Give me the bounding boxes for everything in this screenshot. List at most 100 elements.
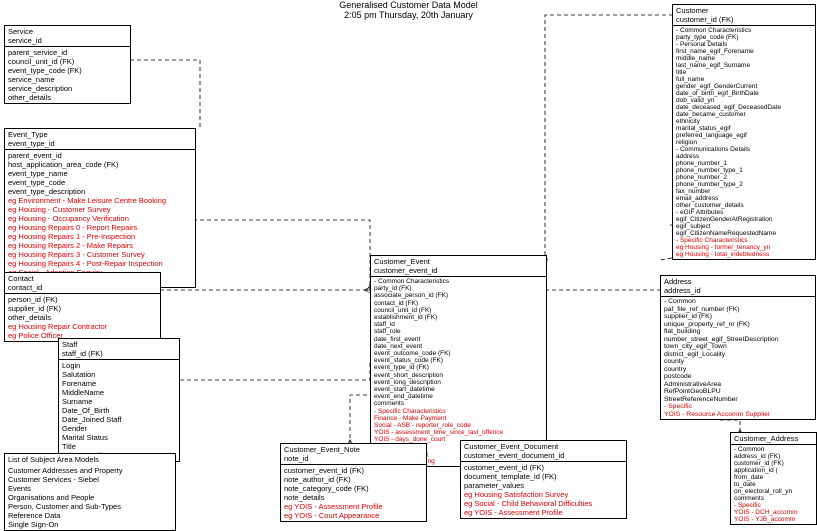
pk: staff_id (FK) [62,349,176,358]
field: RefPointGeoBLPU [664,388,812,396]
field: Salutation [62,370,176,379]
field: title [676,69,812,76]
example: eg Housing - Customer Survey [8,205,192,214]
field: event_outcome_code (FK) [374,350,543,357]
example: Finance - Make Payment [374,415,543,422]
field: phone_number_2 [676,174,812,181]
field: Title [62,442,176,451]
entity-subject-areas: List of Subject Area Models Customer Add… [4,454,176,531]
section-label: - Common Characteristics [374,278,543,285]
field: Date_Of_Birth [62,406,176,415]
field: date_deceased_egif_DeceasedDate [676,104,812,111]
field: middle_name [676,55,812,62]
section-label: - Personal Details [676,41,812,48]
field: event_end_datetime [374,393,543,400]
field: customer_id (FK) [734,460,813,467]
entity-title: Contact [8,274,157,283]
entity-title: Customer_Event [374,257,543,266]
field: supplier_id (FK) [8,304,157,313]
field: other_details [8,313,157,322]
entity-customer-event: Customer_Event customer_event_id - Commo… [370,255,547,467]
field: Gender [62,424,176,433]
field: unique_property_ref_nr (FK) [664,321,812,329]
field: party_type_code (FK) [676,34,812,41]
field: parent_service_id [8,48,127,57]
pk: customer_event_id [374,266,543,275]
example: eg Housing Repairs 1 - Pre-Inspection [8,232,192,241]
diagram-timestamp: 2:05 pm Thursday, 20th January [339,10,478,20]
field: egif_CitizenGenderAtRegistration [676,216,812,223]
field: phone_number_type_2 [676,181,812,188]
field: county [664,358,812,366]
field: event_type_id (FK) [374,364,543,371]
entity-contact: Contact contact_id person_id (FK) suppli… [4,272,161,342]
field: event_short_description [374,372,543,379]
example: Social - ASB - reporter_role_code [374,422,543,429]
section-label: - Common [664,298,812,306]
entity-staff: Staff staff_id (FK) Login Salutation For… [58,338,180,462]
example: eg Housing - Occupancy Verification [8,214,192,223]
section-label: - eGIF Attributes [676,209,812,216]
field: email_address [676,195,812,202]
list-item: Customer Services - Siebel [8,475,172,484]
field: town_city_egif_Town [664,343,812,351]
entity-title: Customer_Event_Document [464,442,623,451]
entity-title: Staff [62,340,176,349]
field: egif_subject [676,223,812,230]
field: service_description [8,84,127,93]
entity-event-type: Event_Type event_type_id parent_event_id… [4,128,196,288]
entity-customer: Customer customer_id (FK) - Common Chara… [672,4,816,260]
example: eg Housing Repairs 2 - Make Repairs [8,241,192,250]
pk: address_id [664,286,812,295]
field: flat_building [664,328,812,336]
field: on_electoral_roll_yn [734,488,813,495]
field: AdministrativeArea [664,381,812,389]
field: event_start_datetime [374,386,543,393]
section-label: - Specific Characteristics [676,237,812,244]
field: event_long_description [374,379,543,386]
pk: customer_event_document_id [464,451,623,460]
field: preferred_language_egif [676,132,812,139]
pk: service_id [8,36,127,45]
field: MiddleName [62,388,176,397]
diagram-title: Generalised Customer Data Model [339,0,478,10]
field: Marital Status [62,433,176,442]
section-label: - Specific [664,403,812,411]
entity-service: Service service_id parent_service_id cou… [4,25,131,104]
field: address [676,153,812,160]
example: YOIS - assessment_time_since_last_offenc… [374,429,543,436]
field: date_next_event [374,343,543,350]
field: event_type_description [8,187,192,196]
example: eg Housing Repair Contractor [8,322,157,331]
field: customer_event_id (FK) [284,466,423,475]
entity-title: Customer_Event_Note [284,445,423,454]
field: council_unit_id (FK) [8,57,127,66]
field: first_name_egif_Forename [676,48,812,55]
field: Forename [62,379,176,388]
example: eg Social - Child Behavioral Difficultie… [464,499,623,508]
field: application_id ( [734,467,813,474]
field: note_details [284,493,423,502]
pk: customer_id (FK) [676,15,812,24]
example: eg YOIS - Assessment Profile [464,508,623,517]
field: religion [676,139,812,146]
field: council_unit_id (FK) [374,307,543,314]
field: service_name [8,75,127,84]
field: parameter_values [464,481,623,490]
field: party_id (FK) [374,285,543,292]
field: event_type_code [8,178,192,187]
example: eg Housing Repairs 0 - Report Repairs [8,223,192,232]
pk: note_id [284,454,423,463]
example: eg Housing - former_tenancy_yn [676,244,812,251]
field: date_first_event [374,336,543,343]
example: eg Housing Repairs 3 - Customer Survey [8,250,192,259]
field: district_egif_Locality [664,351,812,359]
section-label: - Common Characteristics [676,27,812,34]
example: eg Housing Satisfaction Survey [464,490,623,499]
section-label: - Specific Characteristics [374,408,543,415]
field: event_type_name [8,169,192,178]
field: document_template_id (FK) [464,472,623,481]
field: event_status_code (FK) [374,357,543,364]
entity-title: List of Subject Area Models [4,453,176,465]
field: postcode [664,373,812,381]
